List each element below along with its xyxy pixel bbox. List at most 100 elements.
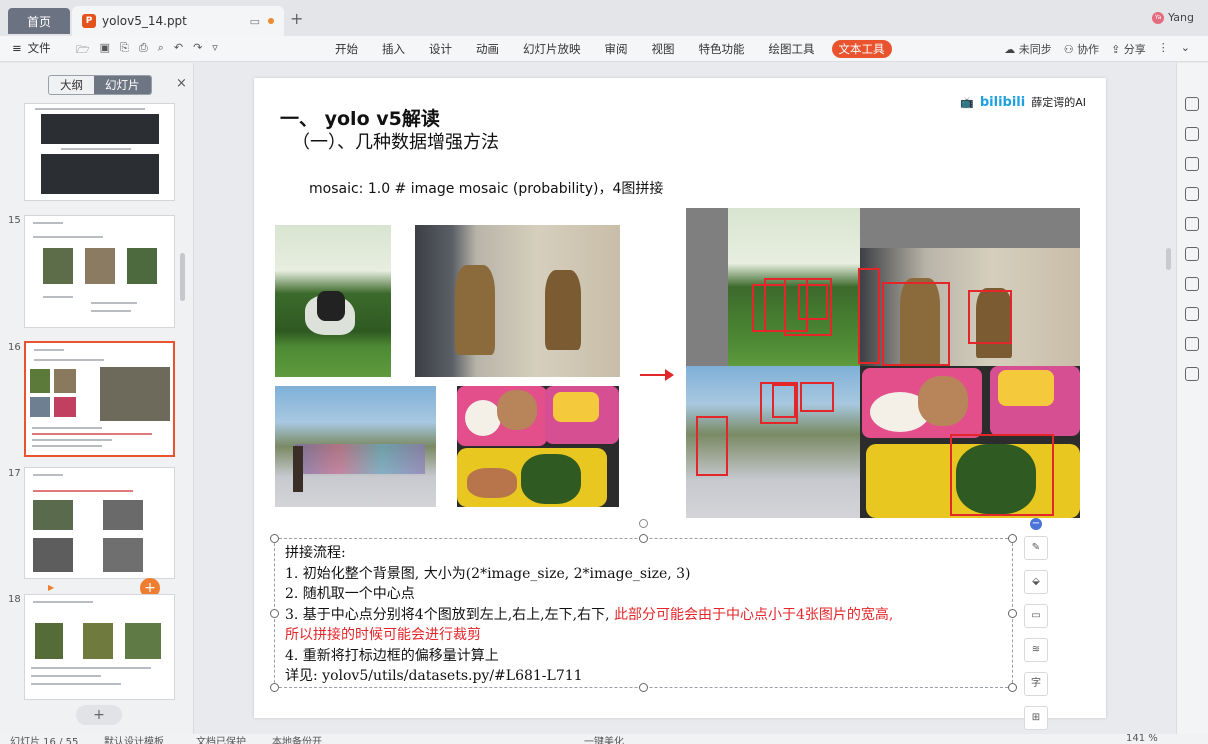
new-tab-button[interactable]: + [290, 9, 303, 28]
user-menu[interactable]: Ya Yang [1152, 11, 1194, 24]
animation-icon[interactable] [1185, 217, 1199, 231]
star-icon[interactable] [1185, 277, 1199, 291]
layers-icon[interactable]: ≋ [1024, 638, 1048, 662]
ribbon-tabs: 开始 插入 设计 动画 幻灯片放映 审阅 视图 特色功能 绘图工具 文本工具 [328, 40, 902, 58]
copy-icon[interactable] [1185, 247, 1199, 261]
floating-toolbar: ✎ ⬙ ▭ ≋ 字 ⊞ [1024, 536, 1048, 730]
bbox [858, 268, 880, 364]
slide-thumbnail-16[interactable] [24, 341, 175, 457]
backup-status[interactable]: 本地备份开 [272, 734, 322, 744]
bbox [800, 382, 834, 412]
tab-features[interactable]: 特色功能 [692, 40, 752, 58]
thumb-text [34, 359, 104, 361]
tab-text-tools[interactable]: 文本工具 [831, 40, 892, 58]
resize-handle[interactable] [1008, 534, 1017, 543]
shapes-icon[interactable] [1185, 127, 1199, 141]
tab-review[interactable]: 审阅 [598, 40, 635, 58]
fill-icon[interactable]: ⬙ [1024, 570, 1048, 594]
collaborate-button[interactable]: ⚇ 协作 [1064, 41, 1099, 57]
slide-thumbnail-15[interactable] [24, 215, 175, 328]
close-panel-icon[interactable]: × [176, 76, 187, 91]
add-slide-button[interactable]: + [76, 705, 122, 725]
tab-animation[interactable]: 动画 [469, 40, 506, 58]
export-icon[interactable]: ⎘ [120, 41, 129, 60]
format-icon[interactable] [1185, 187, 1199, 201]
menu-right-actions: ☁ 未同步 ⚇ 协作 ⇪ 分享 ⋮ ⌄ [1004, 41, 1190, 57]
document-tab-title: yolov5_14.ppt [102, 14, 187, 28]
tab-start[interactable]: 开始 [328, 40, 365, 58]
file-menu[interactable]: ≡ 文件 [12, 40, 51, 56]
share-button[interactable]: ⇪ 分享 [1111, 41, 1146, 57]
resize-handle[interactable] [1008, 683, 1017, 692]
process-step-3: 3. 基于中心点分别将4个图放到左上,右上,左下,右下, 此部分可能会由于中心点… [285, 605, 893, 626]
template-name[interactable]: 默认设计模板 [104, 734, 164, 744]
slide-thumbnail-14[interactable] [24, 103, 175, 201]
photo-skate-park [275, 386, 436, 507]
beautify-button[interactable]: 一键美化 [584, 734, 624, 744]
resize-handle[interactable] [270, 609, 279, 618]
document-tab[interactable]: P yolov5_14.ppt ▭ [72, 6, 284, 36]
sync-label: 未同步 [1018, 43, 1052, 56]
resize-handle[interactable] [639, 683, 648, 692]
print-icon[interactable]: ⎙ [139, 41, 148, 60]
tab-outline[interactable]: 大纲 [49, 76, 94, 94]
history-icon[interactable] [1185, 337, 1199, 351]
panel-view-toggle: 大纲 幻灯片 [48, 75, 152, 95]
slide[interactable]: 一、 yolo v5解读 （一）、几种数据增强方法 📺 bilibili 薛定谔… [254, 78, 1106, 718]
settings-icon[interactable] [1185, 307, 1199, 321]
thumb-image [54, 397, 76, 417]
rotate-handle[interactable] [639, 519, 648, 528]
canvas-scrollbar[interactable] [1166, 248, 1171, 270]
bbox [968, 290, 1012, 344]
file-menu-label: 文件 [27, 41, 51, 55]
collapse-float-icon[interactable]: − [1030, 518, 1042, 530]
thumb-text [91, 310, 131, 312]
process-textbox[interactable]: 拼接流程: 1. 初始化整个背景图, 大小为(2*image_size, 2*i… [270, 519, 1017, 692]
tab-design[interactable]: 设计 [422, 40, 459, 58]
bbox [772, 384, 796, 418]
preview-icon[interactable]: ⌕ [158, 41, 164, 60]
resize-handle[interactable] [1008, 609, 1017, 618]
resize-handle[interactable] [270, 534, 279, 543]
outline-icon[interactable]: ▭ [1024, 604, 1048, 628]
more-options-icon[interactable]: ⋮ [1158, 41, 1169, 57]
play-icon[interactable]: ▶ [48, 583, 54, 592]
sync-button[interactable]: ☁ 未同步 [1004, 41, 1052, 57]
slide-counter: 幻灯片 16 / 55 [10, 737, 79, 744]
thumb-image [30, 397, 50, 417]
tab-drawing-tools[interactable]: 绘图工具 [762, 40, 822, 58]
resize-handle[interactable] [639, 534, 648, 543]
slide-thumbnail-18[interactable] [24, 594, 175, 700]
redo-icon[interactable]: ↷ [193, 41, 202, 60]
pages-icon[interactable] [1185, 97, 1199, 111]
style-icon[interactable] [1185, 157, 1199, 171]
text-style-icon[interactable]: 字 [1024, 672, 1048, 696]
tab-slides[interactable]: 幻灯片 [94, 76, 151, 94]
resize-handle[interactable] [270, 683, 279, 692]
avatar: Ya [1152, 11, 1165, 24]
thumb-image [100, 367, 170, 421]
slide-number-18: 18 [8, 594, 21, 605]
window-icon[interactable]: ▭ [250, 15, 260, 28]
slide-thumbnail-17[interactable] [24, 467, 175, 579]
tab-insert[interactable]: 插入 [375, 40, 412, 58]
thumb-text [91, 302, 137, 304]
image-icon[interactable] [1185, 367, 1199, 381]
photo-bento-box [457, 386, 619, 507]
tab-view[interactable]: 视图 [645, 40, 682, 58]
tab-slideshow[interactable]: 幻灯片放映 [516, 40, 588, 58]
protect-status[interactable]: 文档已保护 [196, 734, 246, 744]
pen-icon[interactable]: ✎ [1024, 536, 1048, 560]
undo-icon[interactable]: ↶ [174, 41, 183, 60]
hamburger-icon: ≡ [12, 41, 22, 55]
more-tools-icon[interactable]: ⊞ [1024, 706, 1048, 730]
collapse-ribbon-icon[interactable]: ⌄ [1181, 41, 1190, 57]
thumb-text [32, 433, 152, 435]
home-tab[interactable]: 首页 [8, 8, 70, 34]
more-dropdown-icon[interactable]: ▿ [212, 41, 218, 60]
open-folder-icon[interactable]: 🗁 [76, 41, 90, 60]
process-text[interactable]: 拼接流程: 1. 初始化整个背景图, 大小为(2*image_size, 2*i… [285, 543, 893, 687]
panel-scrollbar[interactable] [180, 253, 185, 301]
zoom-level[interactable]: 141 % [1126, 734, 1158, 744]
save-icon[interactable]: ▣ [100, 41, 110, 60]
